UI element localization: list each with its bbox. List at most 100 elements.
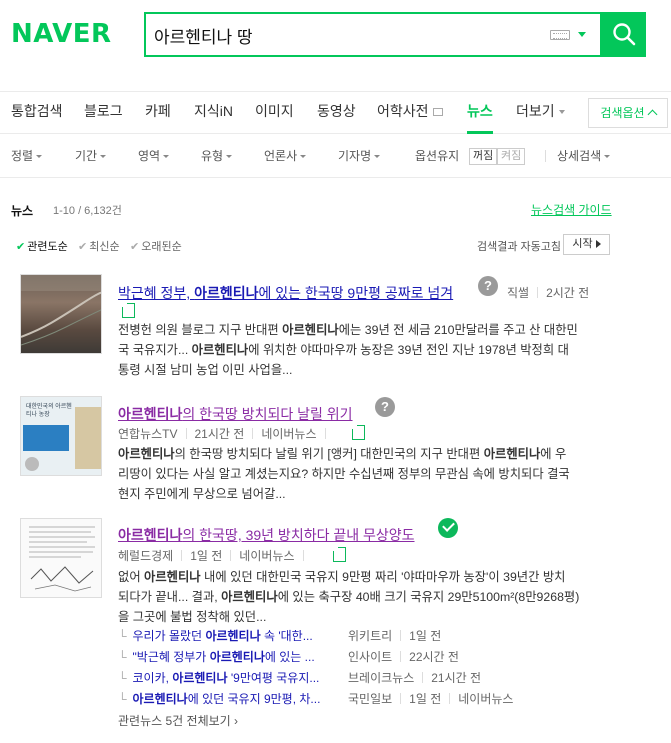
snippet-text: 에 우 bbox=[540, 447, 567, 461]
play-video-icon[interactable] bbox=[25, 457, 39, 471]
divider bbox=[324, 428, 326, 439]
tab-image[interactable]: 이미지 bbox=[255, 92, 294, 134]
divider bbox=[449, 693, 451, 704]
tab-news[interactable]: 뉴스 bbox=[467, 92, 493, 134]
news-title[interactable]: 아르헨티나의 한국땅, 39년 방치하다 끝내 무상양도 bbox=[118, 525, 415, 545]
search-box[interactable] bbox=[144, 12, 602, 57]
tab-more[interactable]: 더보기 bbox=[516, 92, 565, 134]
search-icon bbox=[613, 23, 636, 46]
autocomplete-toggle-icon[interactable] bbox=[578, 32, 586, 37]
sort-latest[interactable]: ✔ 최신순 bbox=[78, 238, 120, 254]
filter-advanced-label: 상세검색 bbox=[557, 149, 602, 163]
filter-period[interactable]: 기간 bbox=[75, 134, 107, 178]
tab-kin[interactable]: 지식iN bbox=[194, 92, 233, 134]
sort-oldest-label: 오래된순 bbox=[141, 241, 182, 253]
tab-dictionary[interactable]: 어학사전 bbox=[377, 92, 443, 134]
tab-video[interactable]: 동영상 bbox=[317, 92, 356, 134]
title-text: 에 있는 한국땅 9만평 공짜로 넘겨 bbox=[258, 285, 454, 301]
related-news-item[interactable]: └ 코이카, 아르헨티나 '9만여평 국유지... 브레이크뉴스 21시간 전 bbox=[118, 669, 481, 686]
related-meta: 인사이트 22시간 전 bbox=[348, 648, 459, 665]
title-highlight: 아르헨티나 bbox=[118, 406, 183, 422]
verified-check-icon[interactable] bbox=[438, 518, 458, 538]
filter-press[interactable]: 언론사 bbox=[264, 134, 307, 178]
keyboard-icon[interactable] bbox=[550, 30, 570, 40]
news-thumbnail[interactable] bbox=[20, 274, 102, 354]
news-thumbnail[interactable]: 대한민국의 아르헨티나 농장 bbox=[20, 396, 102, 476]
divider bbox=[400, 651, 402, 662]
news-title[interactable]: 박근혜 정부, 아르헨티나에 있는 한국땅 9만평 공짜로 넘겨 bbox=[118, 283, 453, 303]
snippet-line: 리땅이 있다는 사실 알고 계셨는지요? 하지만 수십년째 정부의 무관심 속에… bbox=[118, 467, 570, 481]
question-icon[interactable]: ? bbox=[478, 276, 498, 296]
filter-bar: 정렬 기간 영역 유형 언론사 기자명 옵션유지 꺼짐 켜짐 상세검색 bbox=[0, 134, 671, 178]
snippet-text: 의 한국땅 방치되다 날릴 위기 [앵커] 대한민국의 지구 반대편 bbox=[174, 447, 484, 461]
filter-reporter[interactable]: 기자명 bbox=[338, 134, 381, 178]
related-meta: 국민일보 1일 전 네이버뉴스 bbox=[348, 690, 513, 707]
check-icon: ✔ bbox=[130, 241, 140, 253]
sort-relevance[interactable]: ✔ 관련도순 bbox=[16, 238, 68, 254]
related-news-item[interactable]: └ 우리가 몰랐던 아르헨티나 속 '대한... 위키트리 1일 전 bbox=[118, 627, 441, 644]
filter-advanced[interactable]: 상세검색 bbox=[557, 134, 611, 178]
start-label: 시작 bbox=[572, 238, 593, 250]
related-news-item[interactable]: └ 아르헨티나에 있던 국유지 9만평, 차... 국민일보 1일 전 네이버뉴스 bbox=[118, 690, 513, 707]
news-source[interactable]: 헤럴드경제 bbox=[118, 549, 173, 563]
tab-total[interactable]: 통합검색 bbox=[11, 92, 63, 134]
share-icon[interactable] bbox=[122, 303, 135, 318]
news-source[interactable]: 직썰 bbox=[507, 286, 529, 300]
news-title[interactable]: 아르헨티나의 한국땅 방치되다 날릴 위기 bbox=[118, 404, 353, 424]
related-source[interactable]: 위키트리 bbox=[348, 629, 392, 643]
search-button[interactable] bbox=[602, 12, 646, 57]
filter-area[interactable]: 영역 bbox=[138, 134, 170, 178]
tab-cafe[interactable]: 카페 bbox=[145, 92, 171, 134]
tab-blog[interactable]: 블로그 bbox=[84, 92, 123, 134]
share-icon[interactable] bbox=[352, 425, 365, 440]
sort-oldest[interactable]: ✔ 오래된순 bbox=[130, 238, 182, 254]
divider bbox=[545, 150, 546, 162]
filter-type[interactable]: 유형 bbox=[201, 134, 233, 178]
related-text: 속 '대한... bbox=[260, 629, 313, 643]
tree-branch-icon: └ bbox=[118, 671, 127, 685]
related-title[interactable]: 코이카, 아르헨티나 '9만여평 국유지... bbox=[133, 671, 320, 685]
search-options-button[interactable]: 검색옵션 bbox=[588, 98, 668, 128]
share-icon[interactable] bbox=[333, 547, 346, 562]
option-keep-off-toggle[interactable]: 꺼짐 bbox=[469, 148, 498, 165]
divider bbox=[302, 550, 304, 561]
divider bbox=[230, 550, 232, 561]
related-source[interactable]: 브레이크뉴스 bbox=[348, 671, 414, 685]
news-snippet: 전병헌 의원 블로그 지구 반대편 아르헨티나에는 39년 전 세금 210만달… bbox=[118, 320, 613, 380]
news-meta: 직썰 2시간 전 bbox=[507, 284, 589, 301]
divider bbox=[185, 428, 187, 439]
related-time: 21시간 전 bbox=[431, 671, 482, 685]
filter-area-label: 영역 bbox=[138, 149, 161, 163]
news-guide-link[interactable]: 뉴스검색 가이드 bbox=[531, 201, 612, 218]
option-keep-on-toggle[interactable]: 켜짐 bbox=[497, 148, 526, 165]
chevron-right-icon: › bbox=[230, 714, 239, 728]
related-source[interactable]: 국민일보 bbox=[348, 692, 392, 706]
naver-news-link[interactable]: 네이버뉴스 bbox=[239, 549, 294, 563]
start-autoplay-button[interactable]: 시작 bbox=[563, 234, 610, 255]
news-snippet: 아르헨티나의 한국땅 방치되다 날릴 위기 [앵커] 대한민국의 지구 반대편 … bbox=[118, 444, 613, 504]
related-highlight: 아르헨티나 bbox=[132, 692, 188, 706]
snippet-highlight: 아르헨티나 bbox=[483, 447, 541, 461]
related-title[interactable]: 우리가 몰랐던 아르헨티나 속 '대한... bbox=[133, 629, 313, 643]
naver-news-link[interactable]: 네이버뉴스 bbox=[261, 427, 316, 441]
related-highlight: 아르헨티나 bbox=[205, 629, 261, 643]
related-news-item[interactable]: └ "박근혜 정부가 아르헨티나에 있는 ... 인사이트 22시간 전 bbox=[118, 648, 459, 665]
related-title[interactable]: "박근혜 정부가 아르헨티나에 있는 ... bbox=[133, 650, 315, 664]
related-highlight: 아르헨티나 bbox=[209, 650, 265, 664]
snippet-line: 아르헨티나의 한국땅 방치되다 날릴 위기 [앵커] 대한민국의 지구 반대편 … bbox=[118, 444, 613, 464]
related-source[interactable]: 인사이트 bbox=[348, 650, 392, 664]
naver-logo[interactable]: NAVER bbox=[11, 19, 112, 49]
question-icon[interactable]: ? bbox=[375, 397, 395, 417]
news-source[interactable]: 연합뉴스TV bbox=[118, 427, 178, 441]
filter-sort[interactable]: 정렬 bbox=[11, 134, 43, 178]
naver-news-link[interactable]: 네이버뉴스 bbox=[458, 692, 513, 706]
news-thumbnail[interactable] bbox=[20, 518, 102, 598]
thumbnail-caption: 대한민국의 아르헨티나 농장 bbox=[26, 404, 72, 418]
news-time: 21시간 전 bbox=[194, 427, 245, 441]
search-input[interactable] bbox=[154, 22, 534, 48]
related-title[interactable]: 아르헨티나에 있던 국유지 9만평, 차... bbox=[133, 692, 321, 706]
sort-relevance-label: 관련도순 bbox=[27, 241, 68, 253]
snippet-text: 없어 bbox=[118, 570, 145, 584]
snippet-text: 내에 있던 대한민국 국유지 9만평 짜리 '야따마우까 농장'이 39년간 방… bbox=[200, 570, 566, 584]
related-news-all-link[interactable]: 관련뉴스 5건 전체보기 › bbox=[118, 712, 238, 729]
